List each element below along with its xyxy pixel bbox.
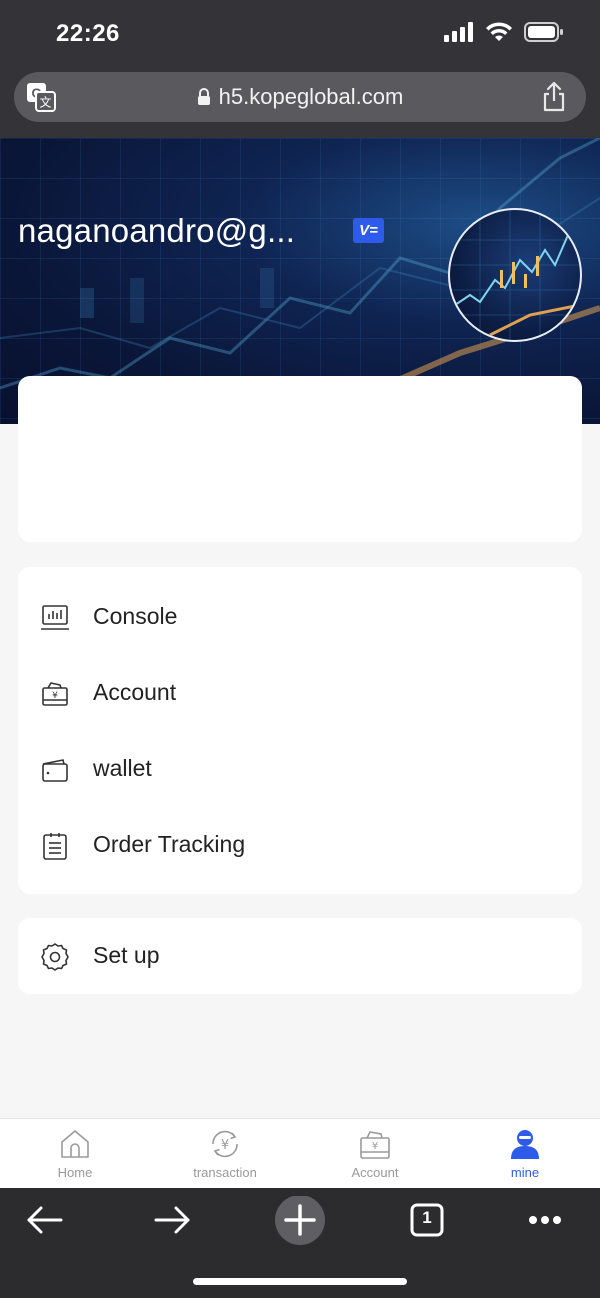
avatar[interactable] bbox=[448, 208, 582, 342]
lock-icon bbox=[197, 88, 210, 105]
menu-label-account: Account bbox=[93, 679, 177, 705]
gear-icon bbox=[41, 943, 69, 971]
tab-label-account: Account bbox=[351, 1165, 399, 1180]
more-menu-icon[interactable] bbox=[515, 1196, 575, 1256]
svg-text:¥: ¥ bbox=[221, 1138, 229, 1153]
status-time: 22:26 bbox=[56, 20, 120, 47]
bottom-tab-bar: Home ¥ transaction ¥ Account mine bbox=[0, 1118, 600, 1188]
status-icons bbox=[444, 22, 564, 42]
menu-card: Console ¥ Account wallet Order Tracking bbox=[18, 567, 582, 894]
tab-mine[interactable]: mine bbox=[450, 1119, 600, 1189]
setup-card: Set up bbox=[18, 918, 582, 994]
share-icon[interactable] bbox=[540, 81, 568, 113]
menu-item-console[interactable]: Console bbox=[18, 579, 582, 655]
new-tab-plus-icon[interactable] bbox=[270, 1196, 330, 1256]
tab-label-transaction: transaction bbox=[193, 1165, 257, 1180]
signal-icon bbox=[444, 22, 473, 42]
vip-badge: V= bbox=[353, 218, 384, 243]
home-icon bbox=[61, 1130, 89, 1158]
back-arrow-icon[interactable] bbox=[15, 1196, 75, 1256]
yen-exchange-icon: ¥ bbox=[212, 1130, 238, 1158]
url-bar[interactable]: G 文 h5.kopeglobal.com bbox=[14, 72, 586, 122]
home-indicator[interactable] bbox=[193, 1278, 407, 1285]
forward-arrow-icon[interactable] bbox=[142, 1196, 202, 1256]
user-icon bbox=[511, 1130, 539, 1159]
avatar-chart-image bbox=[450, 210, 580, 340]
menu-item-wallet[interactable]: wallet bbox=[18, 731, 582, 807]
svg-text:¥: ¥ bbox=[52, 691, 58, 701]
svg-text:¥: ¥ bbox=[372, 1141, 378, 1152]
menu-label-wallet: wallet bbox=[93, 755, 152, 781]
tab-account[interactable]: ¥ Account bbox=[300, 1119, 450, 1189]
account-wallet-icon: ¥ bbox=[42, 682, 68, 706]
clipboard-icon bbox=[43, 833, 67, 860]
menu-label-console: Console bbox=[93, 603, 178, 629]
url-text: h5.kopeglobal.com bbox=[218, 84, 404, 109]
menu-label-order-tracking: Order Tracking bbox=[93, 831, 246, 857]
console-icon bbox=[41, 605, 69, 630]
battery-icon bbox=[524, 22, 563, 42]
tab-label-home: Home bbox=[57, 1165, 93, 1180]
account-icon: ¥ bbox=[360, 1131, 390, 1159]
wallet-icon bbox=[42, 759, 68, 782]
wifi-icon bbox=[486, 22, 512, 41]
menu-item-setup[interactable]: Set up bbox=[18, 918, 582, 994]
tab-transaction[interactable]: ¥ transaction bbox=[150, 1119, 300, 1189]
tabs-count: 1 bbox=[422, 1208, 432, 1227]
status-bar: 22:26 bbox=[0, 0, 600, 70]
menu-label-setup: Set up bbox=[93, 942, 160, 968]
tab-label-mine: mine bbox=[510, 1165, 540, 1180]
browser-url-area: G 文 h5.kopeglobal.com bbox=[0, 62, 600, 138]
tab-home[interactable]: Home bbox=[0, 1119, 150, 1189]
menu-item-account[interactable]: ¥ Account bbox=[18, 655, 582, 731]
tabs-button[interactable]: 1 bbox=[397, 1196, 457, 1256]
user-email: naganoandro@g... bbox=[18, 212, 296, 249]
url-display[interactable]: h5.kopeglobal.com bbox=[14, 84, 586, 110]
assets-summary-card bbox=[18, 376, 582, 542]
menu-item-order-tracking[interactable]: Order Tracking bbox=[18, 807, 582, 883]
